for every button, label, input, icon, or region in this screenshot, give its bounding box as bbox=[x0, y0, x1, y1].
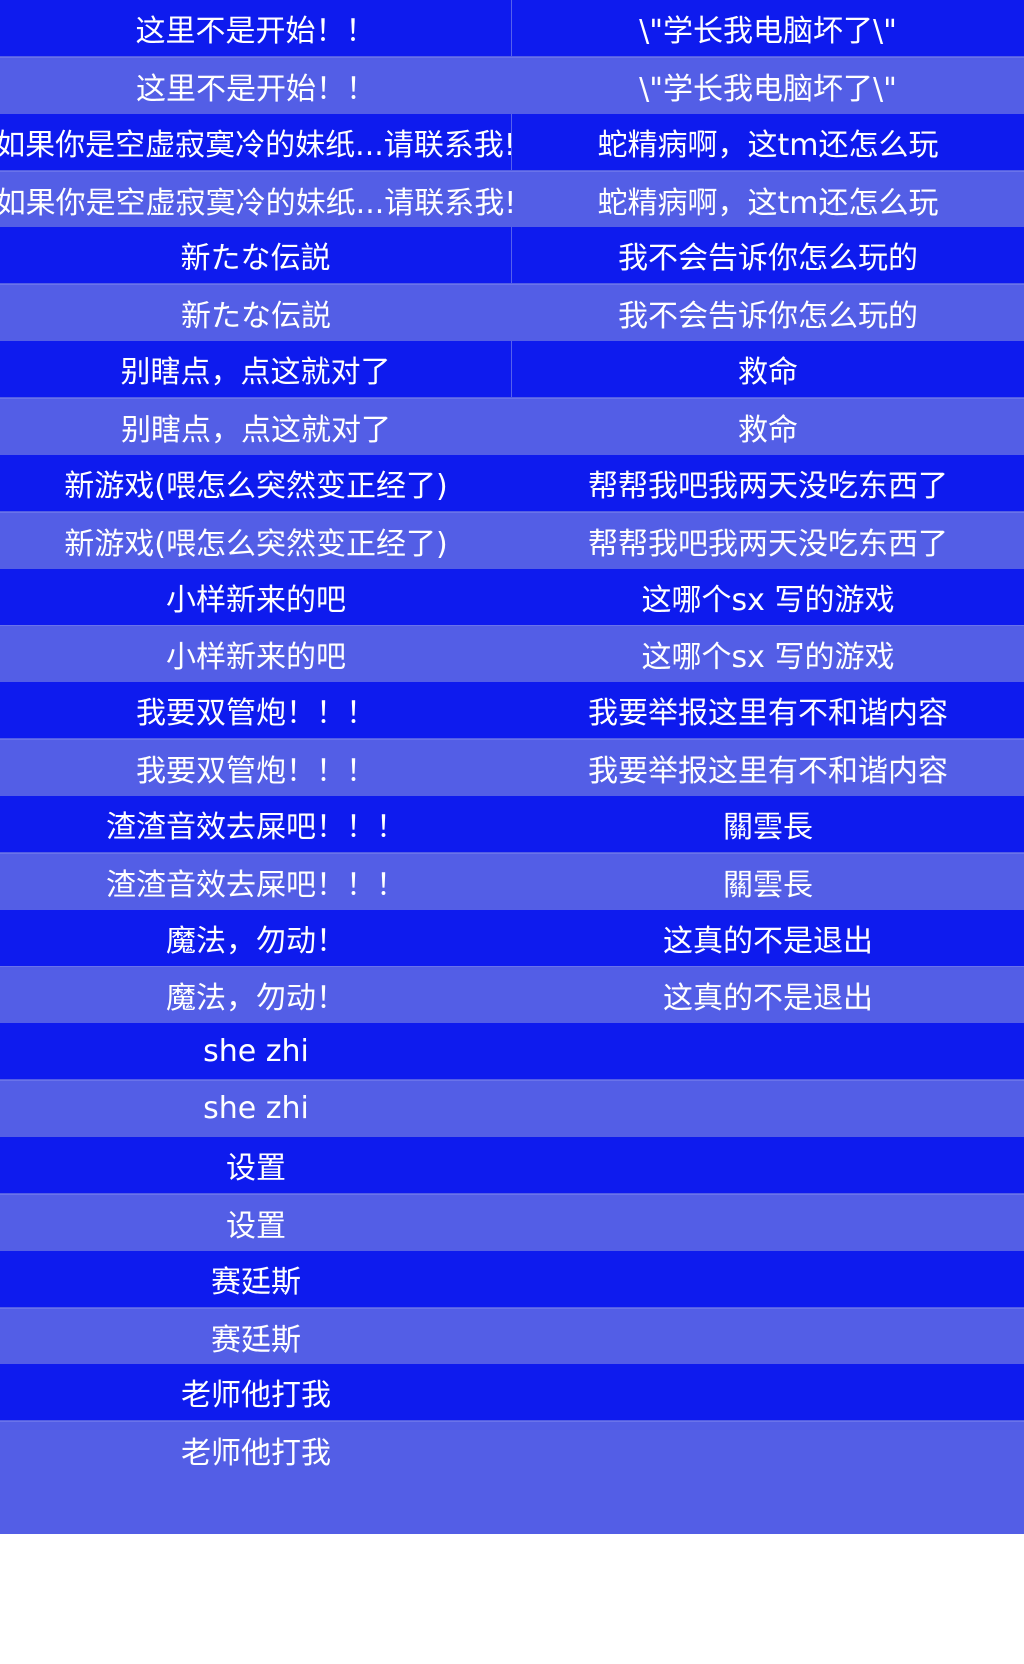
menu-item-left[interactable]: 新たな伝説 bbox=[0, 227, 512, 283]
menu-row: she zhi bbox=[0, 1023, 1024, 1079]
menu-row: 渣渣音效去屎吧！！！ 關雲長 bbox=[0, 796, 1024, 852]
menu-item-right[interactable]: 这真的不是退出 bbox=[512, 910, 1024, 966]
menu-item-right bbox=[512, 1081, 1024, 1136]
menu-item-right bbox=[512, 1309, 1024, 1364]
menu-item-left[interactable]: 魔法，勿动！ bbox=[0, 967, 512, 1022]
menu-row: 我要双管炮！！！ 我要举报这里有不和谐内容 bbox=[0, 682, 1024, 738]
menu-item-right[interactable]: 救命 bbox=[512, 341, 1024, 397]
menu-item-right[interactable]: 我不会告诉你怎么玩的 bbox=[512, 227, 1024, 283]
menu-item-left[interactable]: 设置 bbox=[0, 1137, 512, 1193]
menu-item-left[interactable]: 渣渣音效去屎吧！！！ bbox=[0, 854, 512, 909]
menu-item-left[interactable]: 赛廷斯 bbox=[0, 1251, 512, 1307]
menu-item-right[interactable]: 關雲長 bbox=[512, 854, 1024, 909]
menu-item-right[interactable]: 帮帮我吧我两天没吃东西了 bbox=[512, 455, 1024, 511]
menu-row: 我要双管炮！！！ 我要举报这里有不和谐内容 bbox=[0, 739, 1024, 795]
menu-row: 赛廷斯 bbox=[0, 1251, 1024, 1307]
menu-item-left[interactable]: 这里不是开始！！ bbox=[0, 0, 512, 56]
menu-item-left[interactable]: 别瞎点，点这就对了 bbox=[0, 341, 512, 397]
menu-row: 设置 bbox=[0, 1137, 1024, 1193]
menu-row: 如果你是空虚寂寞冷的妹纸...请联系我! 蛇精病啊，这tm还怎么玩 bbox=[0, 171, 1024, 227]
menu-row: 如果你是空虚寂寞冷的妹纸...请联系我! 蛇精病啊，这tm还怎么玩 bbox=[0, 114, 1024, 170]
menu-item-left[interactable]: 老师他打我 bbox=[0, 1422, 512, 1477]
menu-row: 魔法，勿动！ 这真的不是退出 bbox=[0, 966, 1024, 1022]
menu-item-left[interactable]: she zhi bbox=[0, 1081, 512, 1136]
menu-item-right bbox=[512, 1023, 1024, 1079]
menu-item-left[interactable]: 渣渣音效去屎吧！！！ bbox=[0, 796, 512, 852]
menu-row: 新游戏(喂怎么突然变正经了) 帮帮我吧我两天没吃东西了 bbox=[0, 512, 1024, 568]
menu-row: 这里不是开始！！ \"学长我电脑坏了\" bbox=[0, 57, 1024, 113]
menu-grid: 这里不是开始！！ \"学长我电脑坏了\" 这里不是开始！！ \"学长我电脑坏了\" 如果… bbox=[0, 0, 1024, 1534]
menu-grid-footer bbox=[0, 1478, 1024, 1534]
menu-item-right[interactable]: 我不会告诉你怎么玩的 bbox=[512, 285, 1024, 340]
menu-row: 渣渣音效去屎吧！！！ 關雲長 bbox=[0, 853, 1024, 909]
menu-row: 别瞎点，点这就对了 救命 bbox=[0, 341, 1024, 397]
menu-item-left[interactable]: 小样新来的吧 bbox=[0, 569, 512, 625]
menu-item-right[interactable]: 關雲長 bbox=[512, 796, 1024, 852]
menu-item-left[interactable]: 如果你是空虚寂寞冷的妹纸...请联系我! bbox=[0, 172, 512, 227]
menu-item-left[interactable]: 新游戏(喂怎么突然变正经了) bbox=[0, 513, 512, 568]
menu-item-left[interactable]: 如果你是空虚寂寞冷的妹纸...请联系我! bbox=[0, 114, 512, 170]
menu-item-right[interactable]: 蛇精病啊，这tm还怎么玩 bbox=[512, 172, 1024, 227]
menu-item-left[interactable]: 新游戏(喂怎么突然变正经了) bbox=[0, 455, 512, 511]
menu-item-right[interactable]: 我要举报这里有不和谐内容 bbox=[512, 682, 1024, 738]
menu-item-left[interactable]: 老师他打我 bbox=[0, 1364, 512, 1420]
menu-item-left[interactable]: 这里不是开始！！ bbox=[0, 58, 512, 113]
menu-item-right[interactable]: 救命 bbox=[512, 399, 1024, 454]
menu-item-right bbox=[512, 1422, 1024, 1477]
menu-item-left[interactable]: 魔法，勿动！ bbox=[0, 910, 512, 966]
menu-item-right bbox=[512, 1195, 1024, 1250]
menu-item-right bbox=[512, 1137, 1024, 1193]
menu-item-right[interactable]: 蛇精病啊，这tm还怎么玩 bbox=[512, 114, 1024, 170]
menu-item-right[interactable]: \"学长我电脑坏了\" bbox=[512, 0, 1024, 56]
menu-item-right[interactable]: 这真的不是退出 bbox=[512, 967, 1024, 1022]
menu-item-right[interactable]: 我要举报这里有不和谐内容 bbox=[512, 740, 1024, 795]
menu-item-left[interactable]: 别瞎点，点这就对了 bbox=[0, 399, 512, 454]
menu-row: 新たな伝説 我不会告诉你怎么玩的 bbox=[0, 284, 1024, 340]
menu-item-left[interactable]: she zhi bbox=[0, 1023, 512, 1079]
menu-item-right[interactable]: 这哪个sx 写的游戏 bbox=[512, 626, 1024, 681]
menu-row: 别瞎点，点这就对了 救命 bbox=[0, 398, 1024, 454]
menu-row: 这里不是开始！！ \"学长我电脑坏了\" bbox=[0, 0, 1024, 56]
menu-item-right bbox=[512, 1364, 1024, 1420]
menu-row: 新游戏(喂怎么突然变正经了) 帮帮我吧我两天没吃东西了 bbox=[0, 455, 1024, 511]
menu-item-left[interactable]: 设置 bbox=[0, 1195, 512, 1250]
menu-item-right[interactable]: \"学长我电脑坏了\" bbox=[512, 58, 1024, 113]
menu-row: 赛廷斯 bbox=[0, 1308, 1024, 1364]
menu-row: 魔法，勿动！ 这真的不是退出 bbox=[0, 910, 1024, 966]
menu-row: 老师他打我 bbox=[0, 1421, 1024, 1477]
menu-item-right bbox=[512, 1251, 1024, 1307]
menu-item-left[interactable]: 赛廷斯 bbox=[0, 1309, 512, 1364]
menu-item-left[interactable]: 小样新来的吧 bbox=[0, 626, 512, 681]
menu-item-right[interactable]: 帮帮我吧我两天没吃东西了 bbox=[512, 513, 1024, 568]
menu-item-left[interactable]: 我要双管炮！！！ bbox=[0, 740, 512, 795]
menu-item-left[interactable]: 我要双管炮！！！ bbox=[0, 682, 512, 738]
menu-row: she zhi bbox=[0, 1080, 1024, 1136]
menu-row: 老师他打我 bbox=[0, 1364, 1024, 1420]
menu-row: 小样新来的吧 这哪个sx 写的游戏 bbox=[0, 625, 1024, 681]
menu-row: 新たな伝説 我不会告诉你怎么玩的 bbox=[0, 227, 1024, 283]
menu-row: 小样新来的吧 这哪个sx 写的游戏 bbox=[0, 569, 1024, 625]
menu-item-left[interactable]: 新たな伝説 bbox=[0, 285, 512, 340]
menu-item-right[interactable]: 这哪个sx 写的游戏 bbox=[512, 569, 1024, 625]
menu-row: 设置 bbox=[0, 1194, 1024, 1250]
